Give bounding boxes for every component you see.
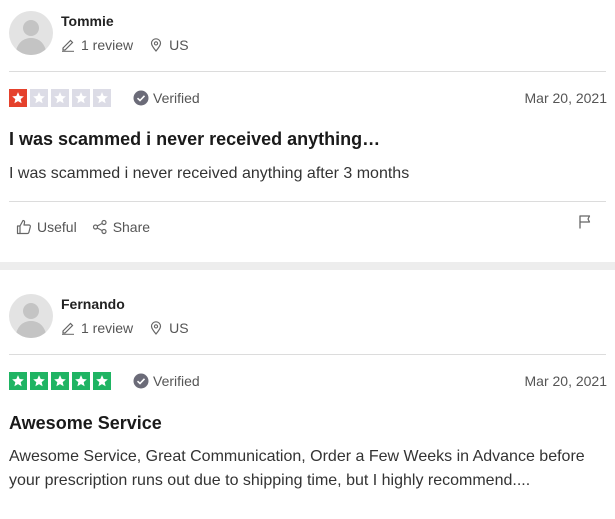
review-count: 1 review [81,37,134,53]
divider [9,201,606,202]
avatar[interactable] [9,11,53,55]
location-pin-icon [149,321,163,335]
star-icon [9,89,27,107]
review-title[interactable]: Awesome Service [9,413,162,434]
check-circle-icon [133,90,149,106]
verified-badge[interactable]: Verified [133,373,200,389]
review-date: Mar 20, 2021 [524,90,608,106]
avatar[interactable] [9,294,53,338]
star-icon [30,89,48,107]
verified-label: Verified [153,373,200,389]
star-icon [30,372,48,390]
divider [9,354,606,355]
section-separator [0,262,615,270]
country: US [169,320,189,336]
reviewer-name[interactable]: Fernando [61,296,125,312]
reviewer-name[interactable]: Tommie [61,13,114,29]
star-rating [9,372,114,390]
star-icon [93,89,111,107]
review-card: Tommie 1 review US Verified Mar 20, 2021… [0,0,615,262]
report-button[interactable] [578,214,592,235]
review-count: 1 review [81,320,134,336]
thumbs-up-icon [16,219,31,235]
review-body: I was scammed i never received anything … [9,165,410,182]
review-date: Mar 20, 2021 [524,373,608,389]
divider [9,71,606,72]
reviewer-meta: 1 review US [61,320,189,336]
verified-badge[interactable]: Verified [133,90,200,106]
star-icon [72,89,90,107]
pencil-icon [61,321,75,335]
country: US [169,37,189,53]
share-label: Share [112,219,151,235]
review-title[interactable]: I was scammed i never received anything… [9,129,380,150]
review-card: Fernando 1 review US Verified Mar 20, 20… [0,270,615,519]
star-icon [72,372,90,390]
star-icon [9,372,27,390]
verified-label: Verified [153,90,200,106]
review-actions: Useful Share [16,219,165,235]
location-pin-icon [149,38,163,52]
avatar-placeholder-icon [15,20,47,55]
share-button[interactable]: Share [92,219,150,235]
star-rating [9,89,114,107]
reviewer-meta: 1 review US [61,37,189,53]
star-icon [51,89,69,107]
star-icon [93,372,111,390]
check-circle-icon [133,373,149,389]
star-icon [51,372,69,390]
flag-icon [579,215,591,229]
review-body: Awesome Service, Great Communication, Or… [9,448,585,489]
useful-label: Useful [37,219,77,235]
share-icon [92,219,107,235]
pencil-icon [61,38,75,52]
avatar-placeholder-icon [15,303,47,338]
useful-button[interactable]: Useful [16,219,77,235]
